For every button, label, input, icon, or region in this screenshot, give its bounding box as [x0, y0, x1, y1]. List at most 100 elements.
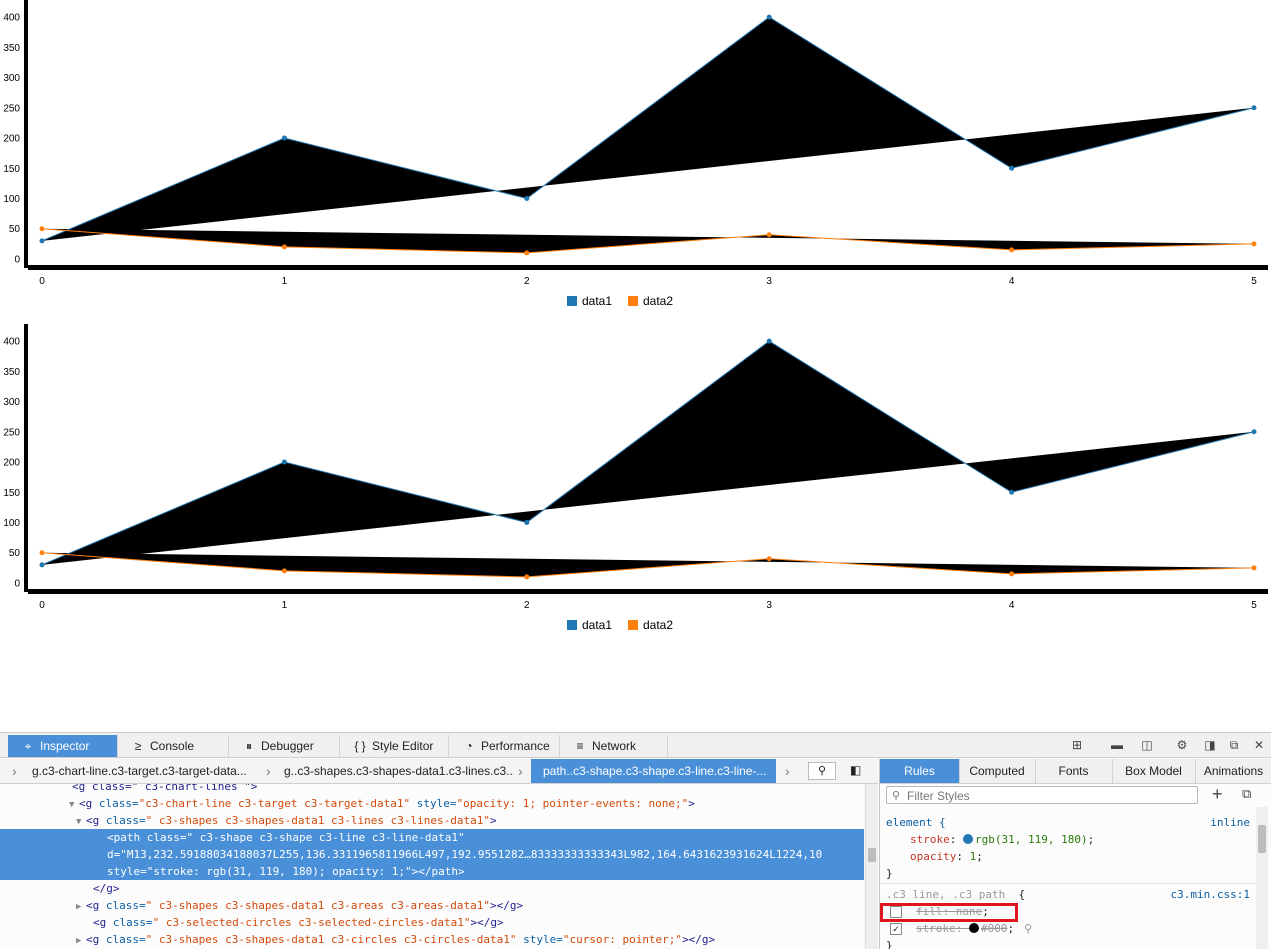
markup-line[interactable]: ▶ <g class=" c3-shapes c3-shapes-data1 c3… [0, 897, 864, 914]
dock-side-icon[interactable]: ◨ [1201, 737, 1219, 753]
color-swatch[interactable] [963, 834, 973, 844]
legend-label-data1: data1 [582, 618, 612, 632]
rules-scrollbar[interactable] [1256, 807, 1268, 949]
tab-debugger[interactable]: ⏸ Debugger [229, 735, 340, 757]
tab-fonts[interactable]: Fonts [1035, 759, 1113, 783]
markup-view[interactable]: <g class=" c3-chart-lines "> ▼ <g class="c… [0, 784, 864, 949]
split-console-icon[interactable]: ▬ [1108, 737, 1126, 753]
legend-swatch-data1 [567, 296, 577, 306]
breadcrumb-item[interactable]: g..c3-shapes.c3-shapes-data1.c3-lines.c3… [284, 759, 514, 783]
legend-label-data2: data2 [643, 618, 673, 632]
rule-selector[interactable]: .c3 line, .c3 path { [886, 886, 1025, 903]
debugger-icon: ⏸ [245, 739, 252, 753]
tab-inspector[interactable]: ⌖ Inspector [8, 735, 118, 757]
y-tick-label: 50 [9, 224, 21, 235]
tab-computed[interactable]: Computed [959, 759, 1036, 783]
markup-text: d="M13,232.59188034188037L255,136.331196… [107, 848, 823, 861]
filter-styles-input[interactable]: ⚲ Filter Styles [886, 786, 1198, 804]
y-tick-label: 350 [3, 367, 20, 378]
x-tick-label: 2 [524, 600, 530, 611]
scrollbar-thumb[interactable] [1258, 825, 1266, 853]
colon: : [956, 850, 970, 863]
css-declaration[interactable]: stroke: #000; ⚲ [886, 920, 1032, 937]
legend-swatch-data2 [628, 296, 638, 306]
tab-animations[interactable]: Animations [1195, 759, 1271, 783]
breadcrumb-item[interactable]: g.c3-chart-line.c3-target.c3-target-data… [32, 759, 262, 783]
markup-scrollbar[interactable] [865, 784, 878, 949]
search-icon[interactable]: ⚲ [1024, 922, 1032, 935]
y-tick-label: 100 [3, 194, 20, 205]
selector-text: .c3 line, .c3 path [886, 888, 1006, 901]
expand-twisty-icon[interactable]: ▶ [76, 933, 86, 949]
chevron-right-icon: › [266, 763, 271, 779]
y-tick-label: 200 [3, 134, 20, 145]
attr-name: class= [99, 933, 146, 946]
css-declaration[interactable]: stroke: rgb(31, 119, 180); [886, 831, 1094, 848]
selector-text: element { [886, 816, 946, 829]
add-rule-icon[interactable]: + [1212, 784, 1223, 805]
pseudo-class-icon[interactable]: ⧉ [1242, 786, 1251, 802]
legend-label-data2: data2 [643, 294, 673, 308]
close-icon[interactable]: ✕ [1250, 737, 1268, 753]
y-tick-label: 250 [3, 103, 20, 114]
y-tick-label: 0 [14, 578, 20, 589]
property-name: opacity [910, 850, 957, 863]
markup-line[interactable]: <g class=" c3-chart-lines "> [0, 784, 864, 795]
chevron-right-icon[interactable]: › [785, 759, 790, 783]
chevron-left-icon[interactable]: › [12, 759, 17, 783]
color-swatch[interactable] [969, 923, 979, 933]
tab-rules[interactable]: Rules [880, 759, 960, 783]
markup-text: <path class=" c3-shape c3-shape c3-line … [107, 831, 465, 844]
markup-text: </g> [93, 882, 120, 895]
markup-line[interactable]: ▼ <g class="c3-chart-line c3-target c3-ta… [0, 795, 864, 812]
markup-line[interactable]: </g> [0, 880, 864, 897]
tab-network[interactable]: ≡ Network [560, 735, 668, 757]
point-data2-1 [281, 568, 287, 574]
inspector-icon: ⌖ [24, 739, 32, 753]
point-data2-4 [1009, 247, 1015, 253]
tab-box-model[interactable]: Box Model [1112, 759, 1196, 783]
area-data2 [42, 552, 1254, 577]
legend-swatch-data2 [628, 620, 638, 630]
attr-value: " c3-shapes c3-shapes-data1 c3-lines c3-… [145, 814, 490, 827]
property-value: rgb(31, 119, 180) [975, 833, 1088, 846]
colon: : [955, 922, 969, 935]
area-data1 [42, 17, 1254, 241]
settings-icon[interactable]: ⚙ [1173, 737, 1191, 753]
attr-value: "opacity: 1; pointer-events: none;" [456, 797, 689, 810]
property-name: stroke [916, 922, 956, 935]
point-data1-0 [39, 238, 45, 244]
markup-line[interactable]: ▶ <g class=" c3-shapes c3-shapes-data1 c3… [0, 931, 864, 948]
y-tick-label: 0 [14, 254, 20, 265]
x-tick-label: 3 [766, 600, 772, 611]
scrollbar-thumb[interactable] [868, 848, 876, 862]
markup-line[interactable]: d="M13,232.59188034188037L255,136.331196… [0, 846, 864, 863]
x-tick-label: 1 [282, 600, 288, 611]
point-data1-1 [281, 459, 287, 465]
rule-selector[interactable]: element { [886, 814, 946, 831]
x-tick-label: 5 [1251, 276, 1257, 287]
css-declaration[interactable]: opacity: 1; [886, 848, 983, 865]
markup-line[interactable]: ▼ <g class=" c3-shapes c3-shapes-data1 c3… [0, 812, 864, 829]
breadcrumb-item[interactable]: path..c3-shape.c3-shape.c3-line.c3-line-… [531, 759, 776, 783]
devtools-panel: ⌖ Inspector ≥ Console ⏸ Debugger { } Style Edit… [0, 732, 1271, 949]
undock-icon[interactable]: ⧉ [1225, 737, 1243, 753]
search-markup-icon[interactable]: ⚲ [808, 762, 836, 780]
screenshot-icon[interactable]: ◫ [1138, 737, 1156, 753]
page: 0 50 100 150 200 250 300 350 400 0 1 2 3 4 5 data1 data2… [0, 0, 1271, 949]
rule-source-link[interactable]: c3.min.css:1 [1171, 886, 1250, 903]
attr-value: " c3-shapes c3-shapes-data1 c3-circles c… [145, 933, 517, 946]
rules-panel: Rules Computed Fonts Box Model Animations ⚲ … [879, 759, 1271, 949]
tab-style-editor[interactable]: { } Style Editor [340, 735, 449, 757]
rule-source-link[interactable]: inline [1210, 814, 1250, 831]
layout-icon[interactable]: ⊞ [1068, 737, 1086, 753]
sidebar-toggle-icon[interactable]: ◧ [850, 763, 861, 777]
tab-performance[interactable]: ◔ Performance [449, 735, 560, 757]
markup-line[interactable]: style="stroke: rgb(31, 119, 180); opacit… [0, 863, 864, 880]
markup-line[interactable]: <path class=" c3-shape c3-shape c3-line … [0, 829, 864, 846]
tag-name: <g [86, 933, 100, 946]
markup-line[interactable]: <g class=" c3-selected-circles c3-select… [0, 914, 864, 931]
point-data1-3 [766, 14, 772, 20]
tab-console[interactable]: ≥ Console [118, 735, 229, 757]
semicolon: ; [976, 850, 983, 863]
